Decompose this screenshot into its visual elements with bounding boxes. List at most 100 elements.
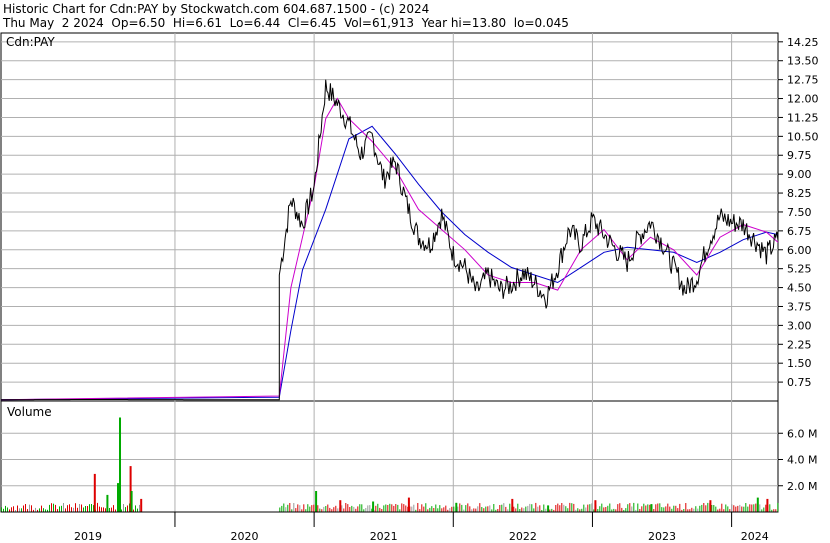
volume-y-axis: 2.0 M 4.0 M 6.0 M xyxy=(778,427,817,493)
volume-bar xyxy=(663,507,665,512)
volume-bar xyxy=(281,505,283,512)
volume-bar xyxy=(63,503,64,512)
volume-bar xyxy=(621,507,623,512)
volume-bar xyxy=(745,503,747,512)
volume-bar xyxy=(299,505,301,512)
volume-bar xyxy=(311,505,313,512)
volume-bar xyxy=(439,505,441,512)
year-label: 2024 xyxy=(741,530,769,543)
volume-bar xyxy=(661,507,663,512)
volume-bar xyxy=(585,507,587,512)
volume-bar xyxy=(279,507,281,512)
volume-bar xyxy=(59,506,60,512)
volume-bar xyxy=(69,504,70,512)
volume-bar xyxy=(83,507,84,512)
volume-bar xyxy=(35,507,36,512)
volume-bar xyxy=(79,504,80,512)
volume-bar xyxy=(601,503,603,512)
price-tick-label: 0.75 xyxy=(787,376,812,389)
volume-bar xyxy=(503,503,505,512)
volume-bar xyxy=(569,502,571,512)
volume-bar xyxy=(741,506,743,512)
volume-bar xyxy=(111,507,112,512)
volume-bar xyxy=(691,507,693,512)
volume-bar xyxy=(533,508,535,512)
volume-bar xyxy=(557,503,559,512)
volume-bar xyxy=(473,508,475,512)
price-tick-label: 4.50 xyxy=(787,282,812,295)
volume-bar xyxy=(103,507,104,512)
volume-bar xyxy=(725,504,727,512)
volume-bar xyxy=(617,504,619,512)
volume-bar xyxy=(629,503,631,512)
volume-bar xyxy=(657,503,659,512)
volume-bar xyxy=(475,508,477,512)
volume-bar xyxy=(627,504,629,512)
volume-bar xyxy=(359,504,361,512)
volume-bar-peak xyxy=(339,500,342,512)
volume-bar xyxy=(55,504,56,512)
volume-bar xyxy=(429,507,431,512)
volume-bar xyxy=(631,506,633,512)
volume-bar xyxy=(587,504,589,512)
volume-bar xyxy=(393,505,395,512)
volume-bar xyxy=(327,504,329,512)
volume-bar xyxy=(509,503,511,512)
volume-bar xyxy=(555,505,557,512)
volume-bar xyxy=(525,506,527,512)
volume-bar xyxy=(707,502,709,512)
volume-bar xyxy=(521,507,523,512)
volume-bar xyxy=(703,503,705,512)
volume-bar xyxy=(73,507,74,512)
volume-bar xyxy=(697,508,699,512)
volume-bar xyxy=(335,505,337,512)
volume-bar xyxy=(367,505,369,512)
volume-bar xyxy=(531,504,533,512)
volume-bar xyxy=(85,506,86,512)
volume-bar xyxy=(99,506,100,512)
volume-bar xyxy=(357,506,359,512)
volume-bar-peak xyxy=(407,497,410,512)
volume-bar xyxy=(667,503,669,512)
volume-bar xyxy=(343,508,345,512)
volume-bar xyxy=(25,504,26,512)
volume-bar xyxy=(77,507,78,512)
volume-bar xyxy=(643,503,645,512)
volume-bar xyxy=(607,505,609,512)
volume-bar-peak xyxy=(140,498,143,512)
volume-bar xyxy=(633,502,635,512)
volume-bar xyxy=(677,508,679,512)
volume-bar xyxy=(23,505,24,512)
volume-bar xyxy=(437,508,439,512)
volume-bar xyxy=(735,506,737,512)
volume-bar xyxy=(515,508,517,512)
price-tick-label: 1.50 xyxy=(787,357,812,370)
volume-bar xyxy=(477,506,479,512)
volume-bar xyxy=(413,504,415,512)
volume-bar xyxy=(1,507,2,512)
price-tick-label: 7.50 xyxy=(787,206,812,219)
volume-bar xyxy=(61,505,62,512)
volume-bar xyxy=(125,507,126,512)
volume-bar xyxy=(739,504,741,512)
volume-bar xyxy=(385,504,387,512)
volume-bar xyxy=(565,506,567,512)
volume-bar xyxy=(337,508,339,512)
volume-bar xyxy=(669,506,671,512)
volume-bar xyxy=(749,504,751,512)
volume-bar xyxy=(341,505,343,512)
volume-bar xyxy=(591,503,593,512)
volume-bar-peak xyxy=(130,491,133,512)
volume-bar xyxy=(485,506,487,512)
volume-bar-peak xyxy=(756,497,759,512)
volume-bar xyxy=(701,504,703,512)
price-tick-label: 12.00 xyxy=(787,93,819,106)
volume-bar xyxy=(441,508,443,512)
volume-bar xyxy=(589,504,591,512)
volume-bar xyxy=(431,506,433,512)
volume-bar-peak xyxy=(117,483,119,512)
volume-bar xyxy=(87,506,88,512)
volume-bar xyxy=(283,503,285,512)
volume-bar xyxy=(461,504,463,512)
volume-bar xyxy=(425,503,427,512)
